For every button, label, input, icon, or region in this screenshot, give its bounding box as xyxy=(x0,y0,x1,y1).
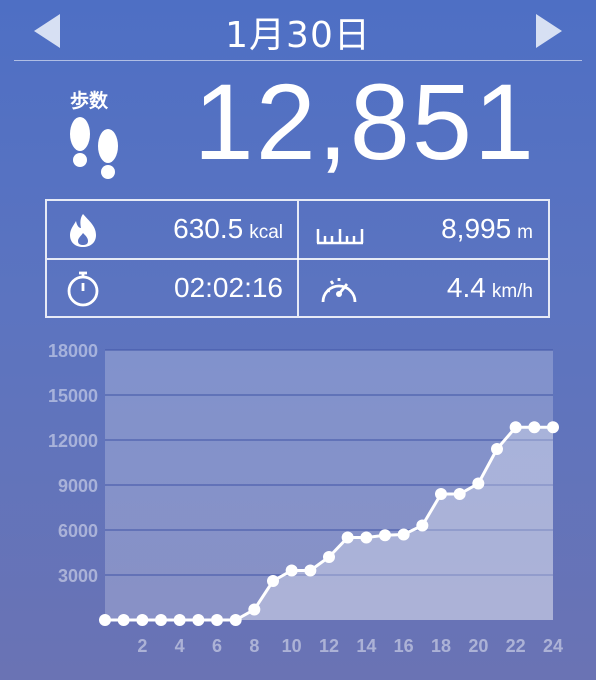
ruler-icon xyxy=(316,229,364,245)
data-point xyxy=(285,564,298,577)
x-tick-label: 6 xyxy=(212,636,222,656)
data-point xyxy=(192,614,205,626)
date-header: 1月30日 xyxy=(0,0,596,60)
data-point xyxy=(211,614,223,626)
distance-cell: 8,995 m xyxy=(299,201,549,258)
data-point xyxy=(453,488,466,500)
x-tick-label: 24 xyxy=(543,636,563,656)
data-point xyxy=(491,443,503,455)
duration-cell: 02:02:16 xyxy=(47,260,297,317)
distance-value: 8,995 xyxy=(441,213,512,244)
data-point xyxy=(509,421,522,434)
y-axis-ticks: 3000 6000 9000 12000 15000 18000 xyxy=(48,341,98,586)
stats-panel: 630.5 kcal 8,995 m 02:02:16 4.4 km/h xyxy=(45,199,550,318)
x-tick-label: 22 xyxy=(506,636,526,656)
duration-value: 02:02:16 xyxy=(174,272,283,303)
data-point xyxy=(472,477,485,490)
steps-chart: 300060009000120001500018000 2 4 6 8 10 12 14 16… xyxy=(48,341,563,656)
speed-value: 4.4 xyxy=(446,272,486,303)
data-point xyxy=(229,614,242,626)
x-tick-label: 20 xyxy=(468,636,488,656)
data-point xyxy=(416,519,429,532)
y-tick-label: 15000 xyxy=(48,386,98,406)
data-point xyxy=(99,614,111,626)
calories-value: 630.5 xyxy=(173,213,244,244)
date-title: 1月30日 xyxy=(225,15,371,56)
speed-unit: km/h xyxy=(491,281,533,302)
x-axis-ticks: 2 4 6 8 10 12 14 16 18 20 22 24 xyxy=(137,636,563,656)
x-tick-label: 16 xyxy=(394,636,414,656)
data-point xyxy=(304,564,317,577)
data-point xyxy=(341,531,354,544)
data-point xyxy=(155,614,167,626)
y-tick-label: 12000 xyxy=(48,431,98,451)
speedometer-icon xyxy=(321,278,357,303)
data-point xyxy=(323,551,335,563)
footprints-icon xyxy=(70,117,118,179)
data-point xyxy=(547,421,559,434)
y-tick-label: 18000 xyxy=(48,341,98,361)
y-tick-label: 9000 xyxy=(58,476,98,496)
data-point xyxy=(136,614,149,626)
flame-icon xyxy=(70,214,96,247)
next-day-arrow-icon[interactable] xyxy=(536,14,562,48)
x-tick-label: 2 xyxy=(137,636,147,656)
stopwatch-icon xyxy=(67,271,99,307)
x-tick-label: 10 xyxy=(282,636,302,656)
x-tick-label: 14 xyxy=(356,636,376,656)
data-point xyxy=(117,614,130,626)
data-point xyxy=(379,529,391,542)
y-tick-label: 3000 xyxy=(58,566,98,586)
steps-label: 歩数 xyxy=(70,90,109,112)
data-point xyxy=(360,531,373,544)
data-point xyxy=(397,528,410,541)
data-point xyxy=(248,603,261,616)
x-tick-label: 4 xyxy=(175,636,185,656)
speed-cell: 4.4 km/h xyxy=(299,260,549,317)
calories-cell: 630.5 kcal xyxy=(47,201,297,258)
x-tick-label: 12 xyxy=(319,636,339,656)
y-tick-label: 6000 xyxy=(58,521,98,541)
distance-unit: m xyxy=(517,222,533,243)
x-tick-label: 18 xyxy=(431,636,451,656)
data-point xyxy=(435,488,447,500)
x-tick-label: 8 xyxy=(249,636,259,656)
data-point xyxy=(267,575,279,587)
steps-count: 12,851 xyxy=(193,61,536,182)
calories-unit: kcal xyxy=(249,222,283,243)
data-point xyxy=(173,614,186,626)
data-point xyxy=(528,421,541,434)
